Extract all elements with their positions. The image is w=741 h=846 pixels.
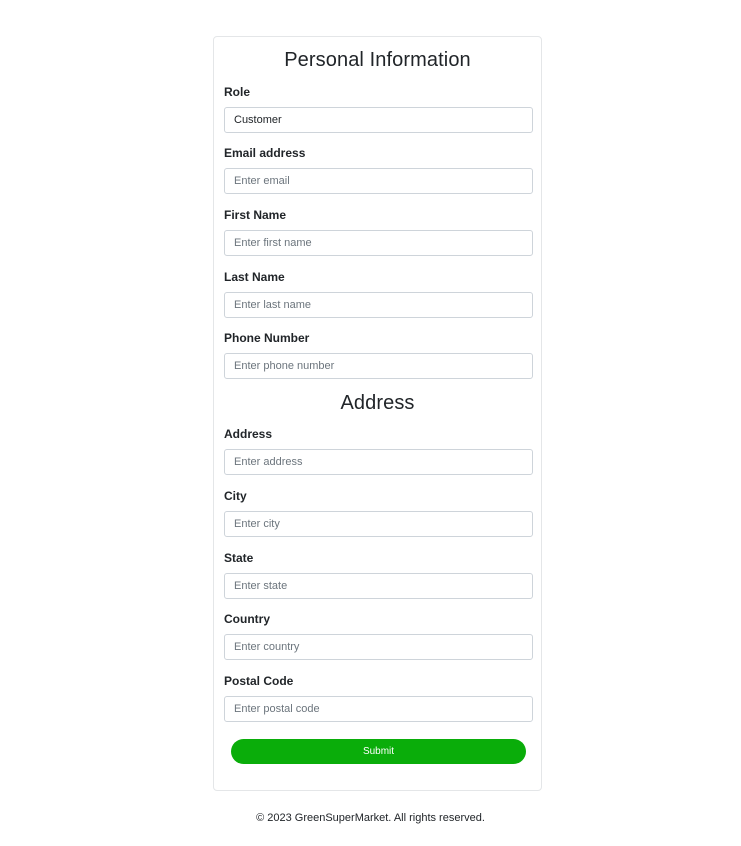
address-label: Address [224, 427, 273, 441]
submit-button[interactable]: Submit [231, 739, 526, 764]
email-field: Email address [224, 146, 533, 194]
phone-field: Phone Number [224, 331, 533, 379]
phone-label: Phone Number [224, 331, 310, 345]
state-field: State [224, 551, 533, 599]
last-name-label: Last Name [224, 270, 285, 284]
role-input[interactable] [224, 107, 533, 133]
postal-code-field: Postal Code [224, 674, 533, 722]
state-label: State [224, 551, 254, 565]
phone-input[interactable] [224, 353, 533, 379]
city-label: City [224, 489, 247, 503]
role-field: Role [224, 85, 533, 133]
state-input[interactable] [224, 573, 533, 599]
address-heading: Address [340, 392, 415, 414]
country-input[interactable] [224, 634, 533, 660]
registration-form-card: Personal Information Role Email address … [213, 36, 542, 791]
first-name-input[interactable] [224, 230, 533, 256]
last-name-input[interactable] [224, 292, 533, 318]
address-field: Address [224, 427, 533, 475]
city-field: City [224, 489, 533, 537]
postal-code-label: Postal Code [224, 674, 294, 688]
footer-copyright: © 2023 GreenSuperMarket. All rights rese… [256, 812, 485, 824]
first-name-field: First Name [224, 208, 533, 256]
role-label: Role [224, 85, 251, 99]
email-label: Email address [224, 146, 306, 160]
last-name-field: Last Name [224, 270, 533, 318]
postal-code-input[interactable] [224, 696, 533, 722]
email-input[interactable] [224, 168, 533, 194]
personal-information-heading: Personal Information [284, 49, 471, 71]
country-label: Country [224, 612, 270, 626]
city-input[interactable] [224, 511, 533, 537]
country-field: Country [224, 612, 533, 660]
address-input[interactable] [224, 449, 533, 475]
first-name-label: First Name [224, 208, 287, 222]
